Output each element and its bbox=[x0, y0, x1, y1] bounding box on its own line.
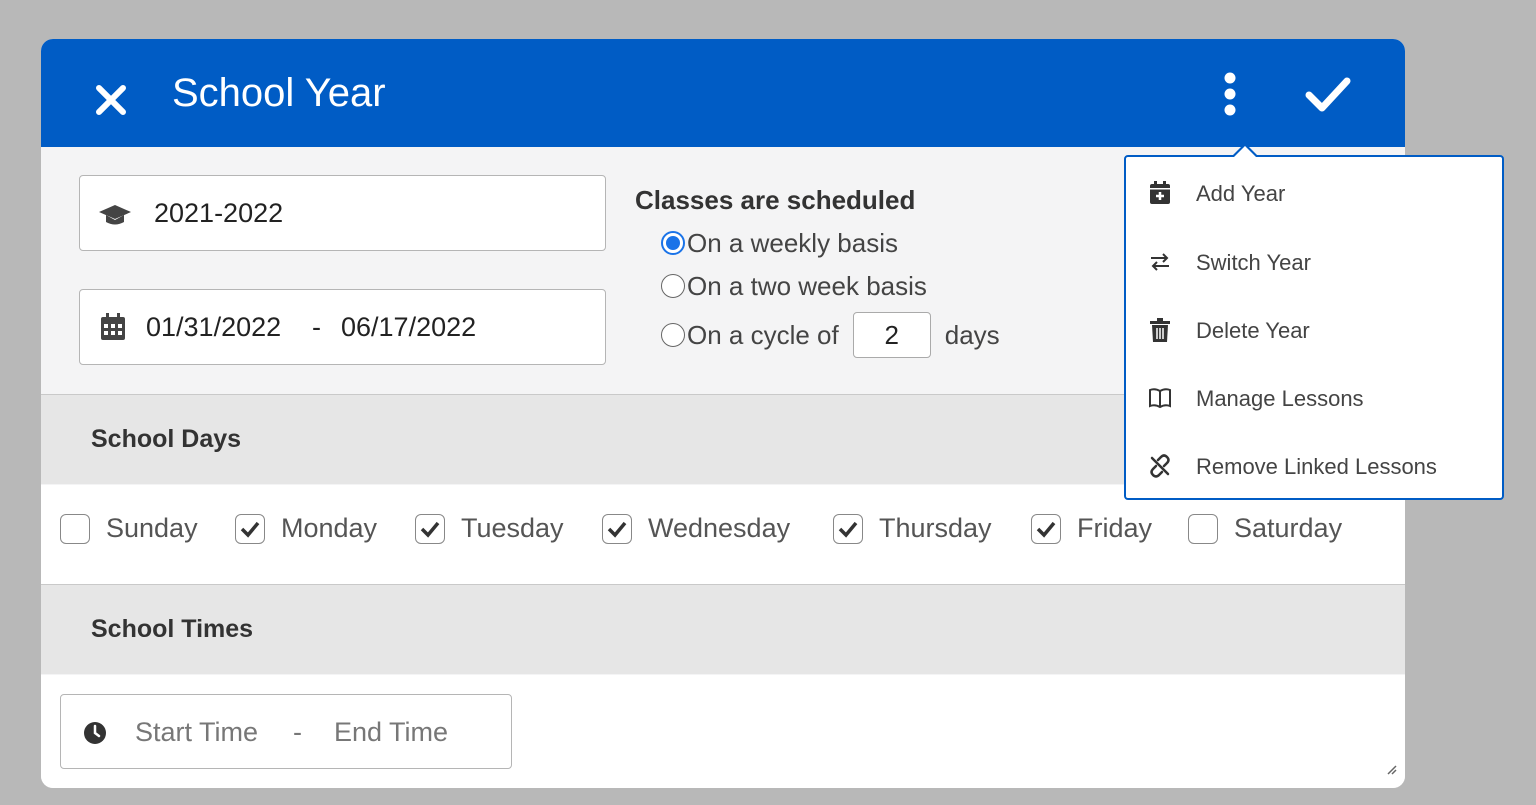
thursday-checkbox[interactable] bbox=[833, 513, 863, 544]
date-range-field[interactable]: 01/31/2022 - 06/17/2022 bbox=[79, 289, 606, 365]
close-icon[interactable] bbox=[91, 80, 131, 120]
school-days-title: School Days bbox=[91, 425, 242, 453]
school-time-field[interactable]: Start Time - End Time bbox=[60, 694, 512, 769]
cycle-radio[interactable] bbox=[661, 323, 685, 347]
school-times-header: School Times bbox=[41, 584, 1405, 674]
time-separator: - bbox=[293, 717, 302, 747]
options-menu: Add Year Switch Year Delete Year Manage … bbox=[1124, 155, 1504, 500]
book-open-icon bbox=[1148, 386, 1172, 410]
year-name-value: 2021-2022 bbox=[154, 198, 284, 228]
clock-icon bbox=[83, 721, 107, 750]
menu-item-add-year[interactable]: Add Year bbox=[1126, 163, 1502, 223]
day-wednesday[interactable]: Wednesday bbox=[602, 513, 790, 544]
day-saturday[interactable]: Saturday bbox=[1188, 513, 1342, 544]
school-times-title: School Times bbox=[91, 615, 254, 643]
menu-pointer-inner bbox=[1234, 146, 1256, 157]
day-thursday[interactable]: Thursday bbox=[833, 513, 992, 544]
friday-label: Friday bbox=[1077, 513, 1153, 543]
tuesday-checkbox[interactable] bbox=[415, 513, 445, 544]
monday-label: Monday bbox=[281, 513, 378, 543]
saturday-label: Saturday bbox=[1234, 513, 1343, 543]
year-name-field[interactable]: 2021-2022 bbox=[79, 175, 606, 251]
day-tuesday[interactable]: Tuesday bbox=[415, 513, 564, 544]
wednesday-label: Wednesday bbox=[648, 513, 791, 543]
schedule-option-cycle[interactable]: On a cycle of 2 days bbox=[661, 312, 1000, 358]
menu-item-label: Add Year bbox=[1196, 181, 1286, 206]
cycle-label: On a cycle of bbox=[687, 319, 839, 350]
menu-item-delete-year[interactable]: Delete Year bbox=[1126, 300, 1502, 360]
menu-item-label: Switch Year bbox=[1196, 250, 1311, 275]
day-monday[interactable]: Monday bbox=[235, 513, 377, 544]
day-sunday[interactable]: Sunday bbox=[60, 513, 198, 544]
sunday-checkbox[interactable] bbox=[60, 513, 90, 544]
unlink-icon bbox=[1148, 454, 1172, 478]
weekly-radio[interactable] bbox=[661, 231, 685, 255]
resize-grip-icon[interactable] bbox=[1385, 762, 1397, 780]
calendar-icon bbox=[100, 313, 126, 346]
weekly-label: On a weekly basis bbox=[687, 227, 898, 258]
sunday-label: Sunday bbox=[106, 513, 198, 543]
monday-checkbox[interactable] bbox=[235, 513, 265, 544]
school-times-row: Start Time - End Time bbox=[41, 675, 1405, 788]
save-check-icon[interactable] bbox=[1303, 73, 1353, 117]
thursday-label: Thursday bbox=[879, 513, 992, 543]
end-time-placeholder: End Time bbox=[334, 717, 449, 747]
schedule-title: Classes are scheduled bbox=[635, 185, 916, 215]
cycle-unit-label: days bbox=[944, 319, 1000, 350]
two-week-radio[interactable] bbox=[661, 274, 685, 298]
friday-checkbox[interactable] bbox=[1031, 513, 1061, 544]
menu-item-label: Delete Year bbox=[1196, 318, 1310, 343]
dialog-header: School Year bbox=[41, 39, 1405, 147]
calendar-plus-icon bbox=[1148, 181, 1172, 205]
menu-item-switch-year[interactable]: Switch Year bbox=[1126, 232, 1502, 292]
page-title: School Year bbox=[172, 71, 386, 115]
menu-item-label: Manage Lessons bbox=[1196, 386, 1364, 411]
saturday-checkbox[interactable] bbox=[1188, 513, 1218, 544]
graduation-cap-icon bbox=[98, 202, 132, 233]
more-options-icon[interactable] bbox=[1213, 69, 1247, 119]
start-time-placeholder: Start Time bbox=[135, 717, 259, 747]
trash-icon bbox=[1148, 318, 1172, 342]
menu-item-label: Remove Linked Lessons bbox=[1196, 454, 1437, 479]
end-date-value: 06/17/2022 bbox=[341, 312, 477, 342]
cycle-days-input[interactable]: 2 bbox=[852, 312, 931, 358]
two-week-label: On a two week basis bbox=[687, 270, 927, 301]
start-date-value: 01/31/2022 bbox=[146, 312, 282, 342]
schedule-option-weekly[interactable]: On a weekly basis bbox=[661, 226, 898, 260]
switch-arrows-icon bbox=[1148, 250, 1172, 274]
menu-item-remove-linked-lessons[interactable]: Remove Linked Lessons bbox=[1126, 436, 1502, 496]
date-separator: - bbox=[312, 312, 321, 342]
tuesday-label: Tuesday bbox=[461, 513, 564, 543]
day-friday[interactable]: Friday bbox=[1031, 513, 1152, 544]
wednesday-checkbox[interactable] bbox=[602, 513, 632, 544]
menu-item-manage-lessons[interactable]: Manage Lessons bbox=[1126, 368, 1502, 428]
schedule-option-two-week[interactable]: On a two week basis bbox=[661, 269, 927, 303]
